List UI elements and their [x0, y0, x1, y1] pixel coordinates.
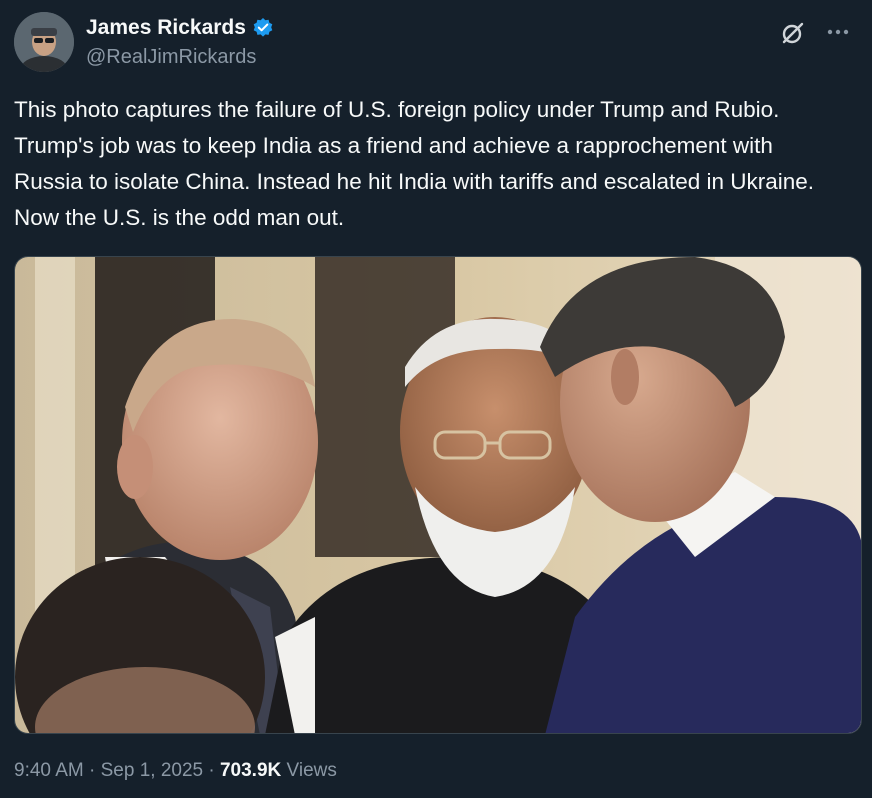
post-time[interactable]: 9:40 AM — [14, 760, 84, 781]
tweet-text: This photo captures the failure of U.S. … — [14, 97, 815, 230]
author-name[interactable]: James Rickards — [86, 16, 246, 40]
meta-separator: · — [208, 760, 215, 781]
views-count[interactable]: 703.9K — [220, 760, 281, 781]
grok-icon[interactable] — [780, 20, 806, 46]
views-label: Views — [286, 760, 337, 781]
author-handle[interactable]: @RealJimRickards — [86, 46, 274, 69]
tweet-photo[interactable] — [14, 256, 862, 734]
avatar[interactable] — [14, 12, 74, 72]
more-icon[interactable] — [824, 18, 852, 46]
meta-separator: · — [89, 760, 96, 781]
tweet-card: James Rickards @RealJimRickards This pho… — [0, 0, 872, 798]
tweet-meta: 9:40 AM · Sep 1, 2025 · 703.9K Views — [14, 760, 337, 782]
author-block: James Rickards @RealJimRickards — [86, 14, 274, 69]
verified-badge-icon — [252, 17, 274, 39]
post-date[interactable]: Sep 1, 2025 — [101, 760, 203, 781]
tweet-header: James Rickards @RealJimRickards — [14, 12, 858, 72]
